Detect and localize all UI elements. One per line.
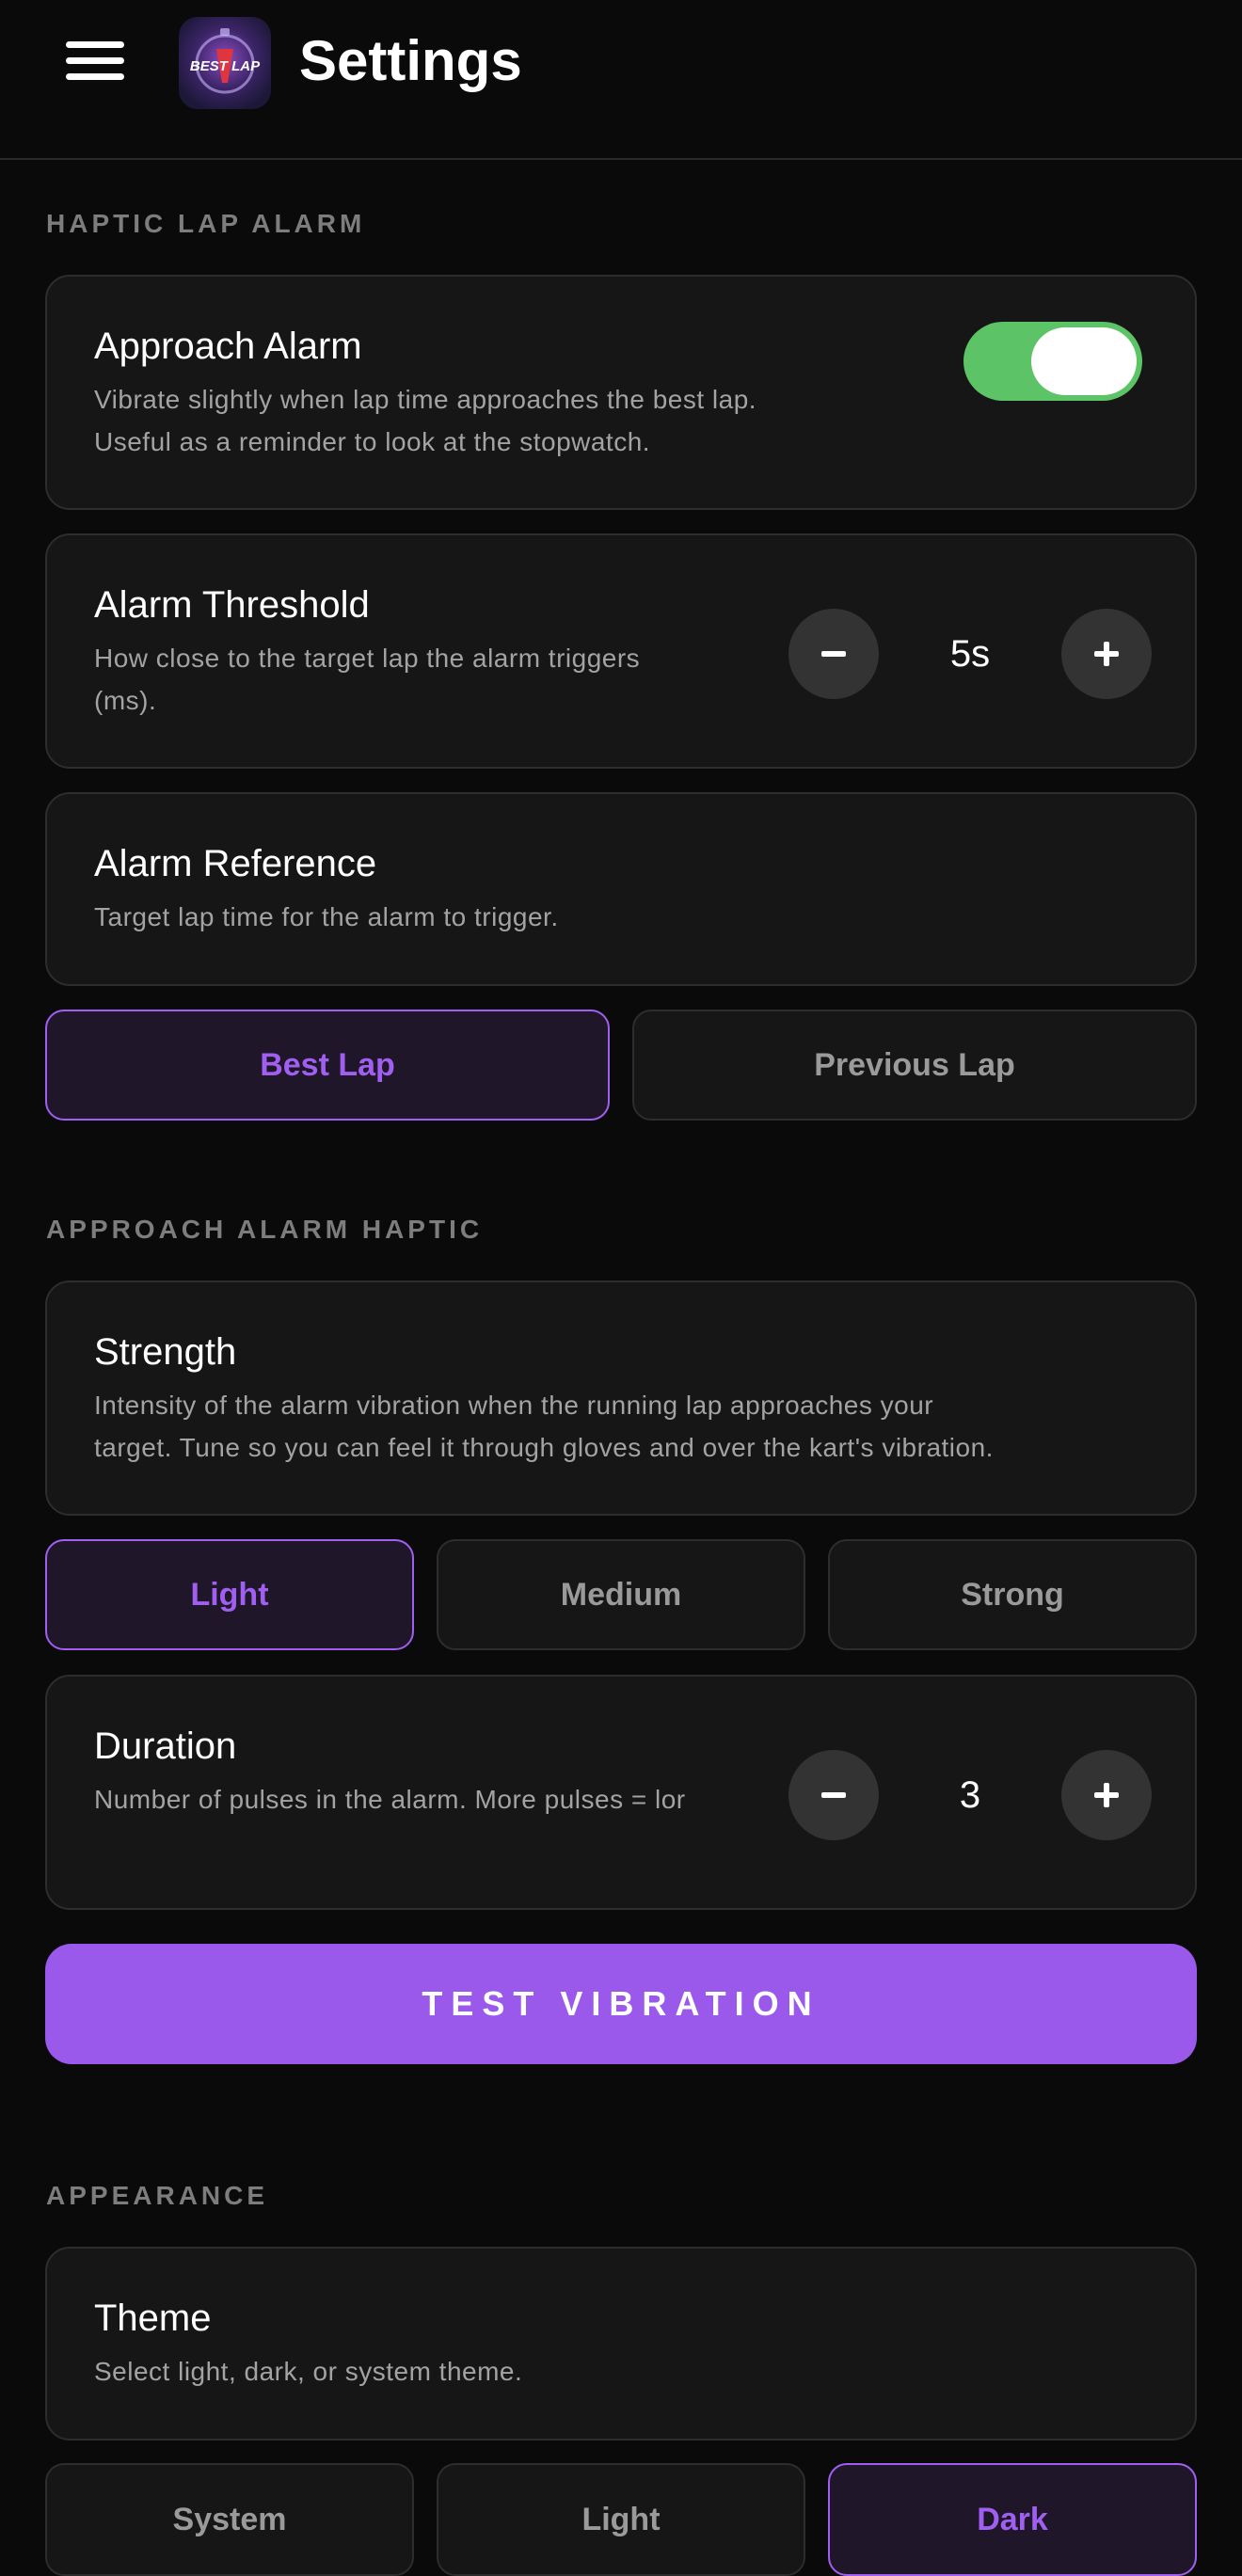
strength-option-strong[interactable]: Strong xyxy=(828,1539,1197,1650)
alarm-reference-title: Alarm Reference xyxy=(94,843,377,884)
theme-option-system[interactable]: System xyxy=(45,2463,414,2576)
duration-card: Duration Number of pulses in the alarm. … xyxy=(45,1675,1197,1910)
duration-value: 3 xyxy=(959,1774,981,1816)
approach-alarm-toggle[interactable] xyxy=(963,322,1142,401)
minus-icon xyxy=(821,651,846,657)
threshold-increment-button[interactable] xyxy=(1061,609,1152,699)
svg-text:BEST LAP: BEST LAP xyxy=(190,58,261,74)
reference-option-previous-lap[interactable]: Previous Lap xyxy=(632,1010,1197,1121)
duration-title: Duration xyxy=(94,1725,237,1767)
theme-card: Theme Select light, dark, or system them… xyxy=(45,2247,1197,2441)
strength-option-light[interactable]: Light xyxy=(45,1539,414,1650)
alarm-threshold-card: Alarm Threshold How close to the target … xyxy=(45,533,1197,769)
toggle-knob xyxy=(1031,327,1137,395)
plus-icon-vertical xyxy=(1104,642,1109,666)
hamburger-menu-icon[interactable] xyxy=(62,38,128,85)
alarm-reference-description: Target lap time for the alarm to trigger… xyxy=(94,902,559,931)
minus-icon xyxy=(821,1792,846,1798)
page-title: Settings xyxy=(299,29,522,92)
app-logo: BEST LAP xyxy=(179,17,271,109)
duration-description: Number of pulses in the alarm. More puls… xyxy=(94,1785,686,1814)
theme-option-light[interactable]: Light xyxy=(437,2463,805,2576)
theme-option-dark[interactable]: Dark xyxy=(828,2463,1197,2576)
threshold-value: 5s xyxy=(949,633,991,675)
section-label-haptic: HAPTIC LAP ALARM xyxy=(46,209,366,238)
alarm-reference-card: Alarm Reference Target lap time for the … xyxy=(45,792,1197,986)
description-line: target. Tune so you can feel it through … xyxy=(94,1433,994,1462)
description-line: Intensity of the alarm vibration when th… xyxy=(94,1391,934,1420)
strength-description: Intensity of the alarm vibration when th… xyxy=(94,1384,994,1469)
theme-title: Theme xyxy=(94,2298,212,2339)
approach-alarm-title: Approach Alarm xyxy=(94,326,362,367)
approach-alarm-description: Vibrate slightly when lap time approache… xyxy=(94,378,756,463)
alarm-threshold-description: How close to the target lap the alarm tr… xyxy=(94,637,640,722)
threshold-decrement-button[interactable] xyxy=(788,609,879,699)
theme-description: Select light, dark, or system theme. xyxy=(94,2357,523,2386)
strength-card: Strength Intensity of the alarm vibratio… xyxy=(45,1280,1197,1516)
description-line: Vibrate slightly when lap time approache… xyxy=(94,385,757,414)
strength-option-medium[interactable]: Medium xyxy=(437,1539,805,1650)
section-label-appearance: APPEARANCE xyxy=(46,2181,269,2210)
description-line: How close to the target lap the alarm tr… xyxy=(94,644,641,673)
description-line: (ms). xyxy=(94,686,157,715)
plus-icon-vertical xyxy=(1104,1783,1109,1807)
approach-alarm-card: Approach Alarm Vibrate slightly when lap… xyxy=(45,275,1197,510)
alarm-threshold-title: Alarm Threshold xyxy=(94,584,370,626)
section-label-approach-haptic: APPROACH ALARM HAPTIC xyxy=(46,1215,484,1244)
test-vibration-button[interactable]: TEST VIBRATION xyxy=(45,1944,1197,2064)
duration-increment-button[interactable] xyxy=(1061,1750,1152,1840)
strength-title: Strength xyxy=(94,1331,237,1373)
duration-decrement-button[interactable] xyxy=(788,1750,879,1840)
reference-option-best-lap[interactable]: Best Lap xyxy=(45,1010,610,1121)
app-header: BEST LAP Settings xyxy=(0,0,1242,160)
description-line: Useful as a reminder to look at the stop… xyxy=(94,427,651,456)
